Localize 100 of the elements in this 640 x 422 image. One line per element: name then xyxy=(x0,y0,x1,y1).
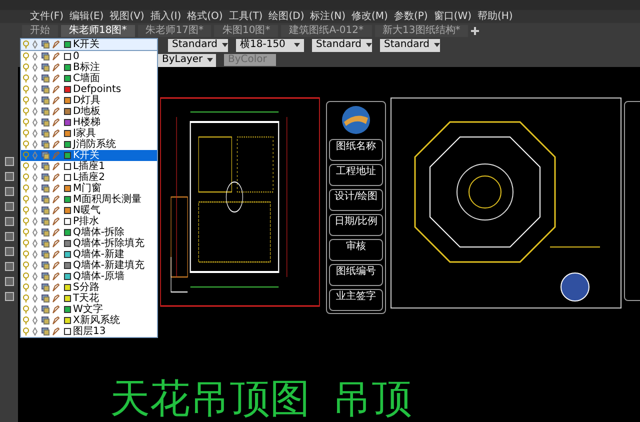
layer-name: Q墙体-新建填充 xyxy=(73,260,144,270)
layer-state-icons[interactable] xyxy=(22,184,62,193)
layer-name: D灯具 xyxy=(73,96,101,106)
layer-item[interactable]: N暖气 xyxy=(21,205,157,216)
layer-state-icons[interactable] xyxy=(22,272,62,281)
layer-state-icons[interactable] xyxy=(22,40,62,49)
layer-name: T天花 xyxy=(73,294,100,304)
menu-item[interactable]: 格式(O) xyxy=(187,12,223,22)
layer-item[interactable]: Q墙体-原墙 xyxy=(21,271,157,282)
layer-item[interactable]: P排水 xyxy=(21,216,157,227)
layer-name: W文字 xyxy=(73,304,103,314)
layer-item[interactable]: M面积周长测量 xyxy=(21,194,157,205)
title-block-field: 审核 xyxy=(329,239,383,261)
layer-state-icons[interactable] xyxy=(22,107,62,116)
menu-item[interactable]: 帮助(H) xyxy=(478,12,513,22)
layer-state-icons[interactable] xyxy=(22,228,62,237)
menu-item[interactable]: 文件(F) xyxy=(30,12,64,22)
menu-item[interactable]: 绘图(D) xyxy=(268,12,304,22)
layer-item[interactable]: L插座1 xyxy=(21,161,157,172)
title-block-field: 图纸编号 xyxy=(329,264,383,286)
layer-name: Q墙体-拆除填充 xyxy=(73,238,144,248)
layer-name: L插座1 xyxy=(73,162,105,172)
layer-item[interactable]: D地板 xyxy=(21,106,157,117)
layer-item[interactable]: M门窗 xyxy=(21,183,157,194)
style-dropdown[interactable]: 横18-150 xyxy=(236,38,304,52)
layer-state-icons[interactable] xyxy=(22,85,62,94)
layer-item[interactable]: X新风系统 xyxy=(21,315,157,326)
layer-name: J消防系统 xyxy=(73,140,116,150)
layer-state-icons[interactable] xyxy=(22,239,62,248)
layer-state-icons[interactable] xyxy=(22,63,62,72)
layer-state-icons[interactable] xyxy=(22,261,62,270)
layer-name: Defpoints xyxy=(73,84,122,94)
layer-state-icons[interactable] xyxy=(22,140,62,149)
menu-item[interactable]: 视图(V) xyxy=(110,12,144,22)
layer-name: C墙面 xyxy=(73,74,100,84)
layer-item[interactable]: 图层13 xyxy=(21,326,157,337)
layer-state-icons[interactable] xyxy=(22,129,62,138)
layer-item[interactable]: S分路 xyxy=(21,282,157,293)
menu-item[interactable]: 修改(M) xyxy=(352,12,388,22)
layer-dropdown[interactable]: K开关 0 B标注 C墙面 Defpoints D灯具 D地板 H楼梯 I家具 J消防系统 K开关 L插座1 L插座2 M门窗 M面积周长测量 N暖气 P排水 Q墙体-拆除 Q墙体-拆除填充 Q墙体-新建 Q墙体-新建填充 Q墙体-原墙 S分路 T天花 W文字 X新风系统 图层13 xyxy=(20,38,158,338)
layer-state-icons[interactable] xyxy=(22,162,62,171)
menu-item[interactable]: 插入(I) xyxy=(150,12,182,22)
style-dropdown[interactable]: ByLayer xyxy=(158,54,216,66)
layer-state-icons[interactable] xyxy=(22,195,62,204)
document-tab[interactable]: 开始 xyxy=(22,25,58,37)
layer-state-icons[interactable] xyxy=(22,96,62,105)
document-tab[interactable]: 朱老师18图* xyxy=(61,25,135,37)
layer-state-icons[interactable] xyxy=(22,283,62,292)
layer-item[interactable]: J消防系统 xyxy=(21,139,157,150)
layer-state-icons[interactable] xyxy=(22,294,62,303)
layer-item[interactable]: Q墙体-新建填充 xyxy=(21,260,157,271)
menu-item[interactable]: 窗口(W) xyxy=(434,12,472,22)
layer-state-icons[interactable] xyxy=(22,52,62,61)
layer-item[interactable]: Q墙体-新建 xyxy=(21,249,157,260)
layer-item[interactable]: W文字 xyxy=(21,304,157,315)
layer-state-icons[interactable] xyxy=(22,316,62,325)
new-tab-icon[interactable] xyxy=(471,27,480,35)
title-block-field: 图纸名称 xyxy=(329,139,383,161)
layer-state-icons[interactable] xyxy=(22,118,62,127)
layer-state-icons[interactable] xyxy=(22,151,62,160)
document-tab[interactable]: 新大13图纸结构* xyxy=(374,25,468,37)
menu-item[interactable]: 编辑(E) xyxy=(70,12,104,22)
layer-item[interactable]: K开关 xyxy=(21,150,157,161)
layer-name: X新风系统 xyxy=(73,316,120,326)
layer-state-icons[interactable] xyxy=(22,327,62,336)
layer-item[interactable]: B标注 xyxy=(21,62,157,73)
style-dropdown[interactable]: Standard xyxy=(312,38,372,52)
title-block-field: 日期/比例 xyxy=(329,214,383,236)
layer-item[interactable]: D灯具 xyxy=(21,95,157,106)
layer-name: Q墙体-拆除 xyxy=(73,228,124,238)
layer-item[interactable]: T天花 xyxy=(21,293,157,304)
document-tab[interactable]: 建筑图纸A-012* xyxy=(281,25,372,37)
layer-item[interactable]: Defpoints xyxy=(21,84,157,95)
layer-state-icons[interactable] xyxy=(22,217,62,226)
layer-state-icons[interactable] xyxy=(22,206,62,215)
layer-name: K开关 xyxy=(73,150,100,160)
title-block-field: 业主签字 xyxy=(329,289,383,311)
title-block-field: 工程地址 xyxy=(329,164,383,186)
layer-item[interactable]: H楼梯 xyxy=(21,117,157,128)
layer-item[interactable]: 0 xyxy=(21,51,157,62)
layer-item[interactable]: I家具 xyxy=(21,128,157,139)
layer-item[interactable]: L插座2 xyxy=(21,172,157,183)
menu-item[interactable]: 标注(N) xyxy=(310,12,346,22)
layer-item[interactable]: Q墙体-拆除填充 xyxy=(21,238,157,249)
layer-item[interactable]: C墙面 xyxy=(21,73,157,84)
style-dropdown[interactable]: Standard xyxy=(168,38,228,52)
layer-name: I家具 xyxy=(73,128,96,138)
menu-item[interactable]: 工具(T) xyxy=(228,12,263,22)
layer-name: 图层13 xyxy=(73,326,106,336)
layer-item[interactable]: Q墙体-拆除 xyxy=(21,227,157,238)
style-dropdown[interactable]: Standard xyxy=(380,38,440,52)
document-tab[interactable]: 朱图10图* xyxy=(214,25,278,37)
menu-item[interactable]: 参数(P) xyxy=(394,12,428,22)
layer-state-icons[interactable] xyxy=(22,173,62,182)
layer-state-icons[interactable] xyxy=(22,305,62,314)
caret-icon xyxy=(206,58,213,62)
layer-name: D地板 xyxy=(73,106,101,116)
layer-state-icons[interactable] xyxy=(22,250,62,259)
layer-state-icons[interactable] xyxy=(22,74,62,83)
document-tab[interactable]: 朱老师17图* xyxy=(138,25,212,37)
